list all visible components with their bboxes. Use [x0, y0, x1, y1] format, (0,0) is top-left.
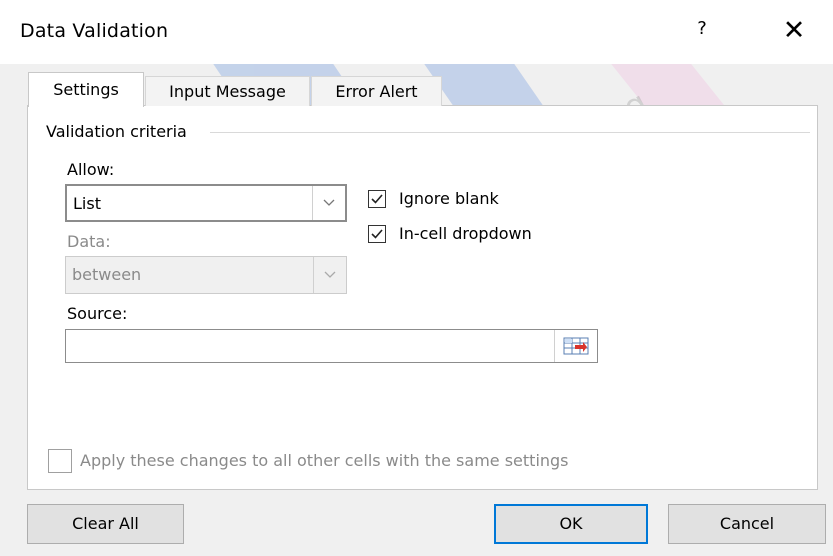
allow-label: Allow:: [67, 160, 115, 179]
checkmark-icon: [371, 229, 383, 239]
tab-error-alert[interactable]: Error Alert: [311, 76, 442, 106]
data-value: between: [72, 265, 142, 284]
allow-value: List: [73, 194, 101, 213]
settings-panel: [27, 105, 818, 490]
source-input[interactable]: [65, 329, 598, 363]
apply-all-label[interactable]: Apply these changes to all other cells w…: [80, 451, 569, 470]
tab-input-message-label: Input Message: [169, 82, 286, 101]
dialog-title: Data Validation: [20, 20, 169, 42]
checkmark-icon: [371, 194, 383, 204]
range-select-icon[interactable]: [554, 330, 597, 362]
ok-label: OK: [559, 514, 583, 533]
allow-select[interactable]: List: [65, 184, 347, 222]
ignore-blank-checkbox[interactable]: [368, 190, 386, 208]
tab-settings[interactable]: Settings: [28, 72, 144, 107]
apply-all-checkbox[interactable]: [48, 449, 72, 473]
group-title: Validation criteria: [46, 122, 187, 141]
in-cell-dropdown-checkbox[interactable]: [368, 225, 386, 243]
group-divider: [210, 132, 810, 133]
chevron-down-icon: [312, 186, 345, 220]
tab-input-message[interactable]: Input Message: [145, 76, 310, 106]
clear-all-label: Clear All: [72, 514, 139, 533]
source-label: Source:: [67, 304, 128, 323]
ok-button[interactable]: OK: [494, 504, 648, 544]
data-label: Data:: [67, 232, 111, 251]
ignore-blank-label[interactable]: Ignore blank: [399, 189, 499, 208]
title-bar: Data Validation ? ✕: [0, 0, 833, 64]
close-button[interactable]: ✕: [776, 14, 812, 50]
chevron-down-icon: [313, 257, 346, 293]
tab-settings-label: Settings: [53, 80, 119, 99]
help-button[interactable]: ?: [690, 18, 714, 48]
cancel-label: Cancel: [719, 514, 775, 533]
tab-error-alert-label: Error Alert: [335, 82, 418, 101]
in-cell-dropdown-label[interactable]: In-cell dropdown: [399, 224, 532, 243]
data-select: between: [65, 256, 347, 294]
clear-all-button[interactable]: Clear All: [27, 504, 184, 544]
cancel-button[interactable]: Cancel: [668, 504, 826, 544]
